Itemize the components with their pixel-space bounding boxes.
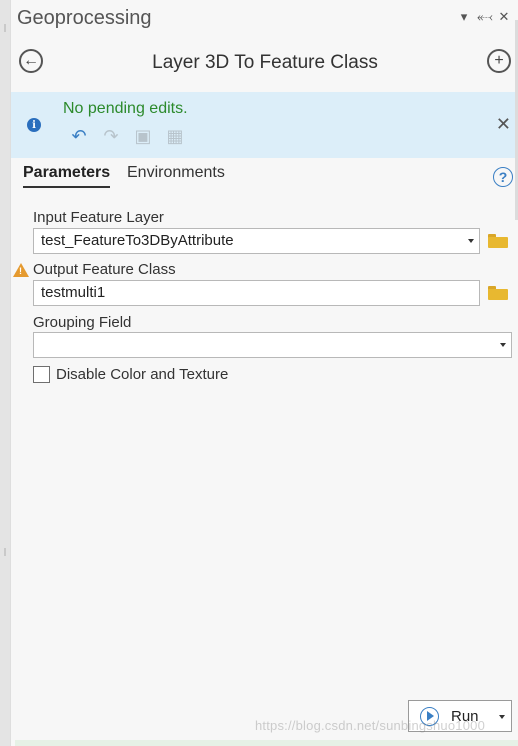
plus-icon: + <box>494 52 504 69</box>
grouping-field-select[interactable] <box>33 332 512 358</box>
output-feature-class-input[interactable]: testmulti1 <box>33 280 480 306</box>
redo-icon[interactable]: ↷ <box>101 126 121 147</box>
chevron-down-icon <box>500 343 506 347</box>
chevron-down-icon <box>468 239 474 243</box>
pane-header: Geoprocessing ▾ ⬷ ✕ <box>11 0 518 40</box>
output-feature-class-label: Output Feature Class <box>33 261 176 278</box>
info-icon: i <box>27 118 41 132</box>
pin-icon[interactable]: ⬷ <box>477 9 493 25</box>
tab-parameters[interactable]: Parameters <box>23 164 111 188</box>
status-strip <box>15 740 518 746</box>
pane-title: Geoprocessing <box>17 7 152 29</box>
close-edits-icon[interactable]: ✕ <box>496 114 511 135</box>
browse-folder-icon[interactable] <box>488 286 508 300</box>
close-icon[interactable]: ✕ <box>497 9 511 25</box>
dock-tick <box>4 24 6 32</box>
watermark: https://blog.csdn.net/sunbingshuo1000 <box>255 718 486 733</box>
help-icon[interactable]: ? <box>493 167 513 187</box>
dropdown-icon[interactable]: ▾ <box>457 9 471 25</box>
dock-tick <box>4 548 6 556</box>
chevron-down-icon[interactable] <box>499 715 505 719</box>
disable-color-texture-checkbox[interactable] <box>33 366 50 383</box>
tool-tabs: Parameters Environments ? <box>11 160 518 192</box>
undo-icon[interactable]: ↶ <box>69 126 89 147</box>
pending-edits-bar: i No pending edits. ↶ ↷ ▣ ▦ ✕ <box>11 92 518 158</box>
browse-folder-icon[interactable] <box>488 234 508 248</box>
disable-color-texture-label: Disable Color and Texture <box>56 366 229 383</box>
pane-header-icons: ▾ ⬷ ✕ <box>457 9 511 25</box>
grouping-field-label: Grouping Field <box>33 314 132 331</box>
warning-icon: ! <box>13 263 29 277</box>
input-feature-layer-select[interactable]: test_FeatureTo3DByAttribute <box>33 228 480 254</box>
output-feature-class-value: testmulti1 <box>41 284 106 301</box>
discard-edits-icon[interactable]: ▦ <box>165 126 185 147</box>
tab-environments[interactable]: Environments <box>127 164 225 182</box>
tool-title: Layer 3D To Feature Class <box>152 52 378 73</box>
save-edits-icon[interactable]: ▣ <box>133 126 153 147</box>
input-feature-layer-value: test_FeatureTo3DByAttribute <box>41 232 234 249</box>
tool-nav-row: ← Layer 3D To Feature Class + <box>11 44 518 82</box>
geoprocessing-pane: Geoprocessing ▾ ⬷ ✕ ← Layer 3D To Featur… <box>10 0 518 746</box>
add-button[interactable]: + <box>487 49 511 73</box>
edit-toolbar: ↶ ↷ ▣ ▦ <box>69 126 185 147</box>
pending-edits-message: No pending edits. <box>63 100 188 117</box>
input-feature-layer-label: Input Feature Layer <box>33 209 164 226</box>
left-dock-strip <box>0 0 10 746</box>
